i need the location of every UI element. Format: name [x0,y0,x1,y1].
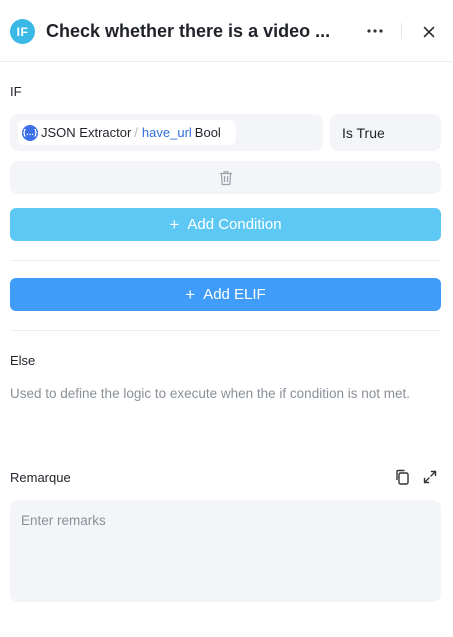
path-separator: / [134,125,138,140]
copy-button[interactable] [393,468,411,486]
else-description: Used to define the logic to execute when… [10,386,410,401]
remarks-label: Remarque [10,470,71,485]
if-label: IF [10,84,22,99]
operator-select[interactable]: Is True [330,114,441,151]
else-label: Else [10,353,36,368]
add-elif-label: Add ELIF [203,286,266,303]
panel-header: IF Check whether there is a video ... [0,0,453,62]
braces-icon: {…} [22,124,38,141]
plus-icon: + [185,284,196,304]
add-condition-label: Add Condition [187,216,282,233]
operator-value: Is True [342,124,385,141]
copy-icon [396,469,409,485]
condition-variable-field[interactable]: {…} JSON Extractor / have_url Bool [10,114,323,151]
trash-icon [219,170,232,185]
expand-icon [423,470,437,484]
divider [10,330,441,331]
close-button[interactable] [416,19,442,45]
close-icon [423,26,435,38]
expand-button[interactable] [421,468,439,486]
more-options-button[interactable] [362,18,388,44]
variable-type: Bool [194,125,221,140]
variable-chip[interactable]: {…} JSON Extractor / have_url Bool [18,120,236,145]
divider [10,260,441,261]
node-title[interactable]: Check whether there is a video ... [46,19,351,44]
more-icon [367,29,383,33]
delete-condition-button[interactable] [10,161,441,194]
plus-icon: + [169,214,180,234]
remarks-input[interactable] [10,500,441,602]
source-node-name: JSON Extractor [41,125,132,140]
if-node-icon: IF [10,19,35,44]
add-elif-button[interactable]: + Add ELIF [10,278,441,311]
add-condition-button[interactable]: + Add Condition [10,208,441,241]
header-divider [401,23,402,39]
variable-name: have_url [141,125,192,140]
